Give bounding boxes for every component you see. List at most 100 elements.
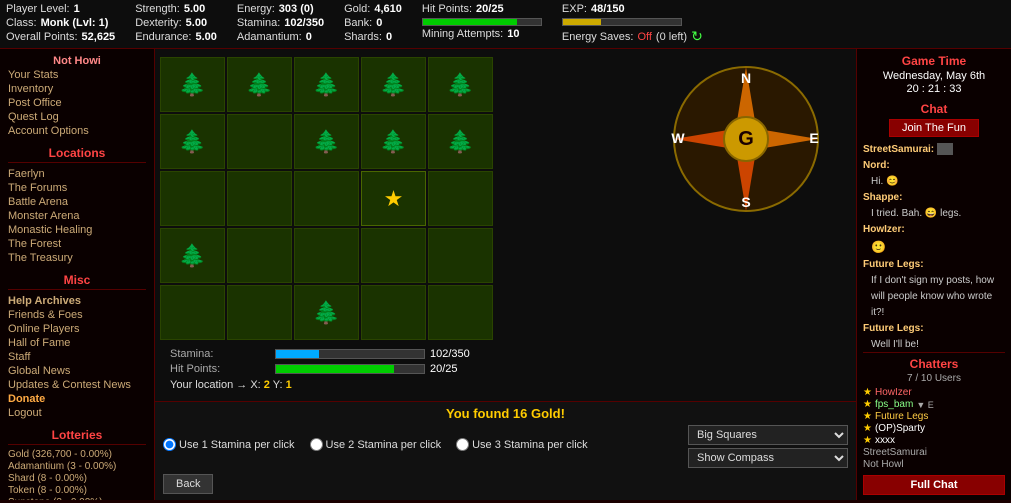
- chatter-futurelegs: ★ Future Legs: [863, 411, 1005, 422]
- hp-bar-wrap: [422, 18, 542, 26]
- sidebar-item-inventory[interactable]: Inventory: [8, 82, 146, 96]
- sidebar-item-the-forest[interactable]: The Forest: [8, 237, 146, 251]
- player-name-link[interactable]: Not Howi: [8, 54, 146, 68]
- map-cell-3-0[interactable]: 🌲: [160, 228, 225, 283]
- svg-text:G: G: [738, 128, 754, 150]
- dexterity-label: Dexterity:: [135, 17, 181, 29]
- sidebar-item-your-stats[interactable]: Your Stats: [8, 68, 146, 82]
- game-time-day: Wednesday, May 6th: [863, 70, 1005, 82]
- refresh-icon[interactable]: ↻: [691, 28, 703, 45]
- map-cell-1-3[interactable]: 🌲: [361, 114, 426, 169]
- stamina-2-radio[interactable]: [310, 438, 323, 451]
- map-cell-1-1[interactable]: [227, 114, 292, 169]
- map-cell-1-2[interactable]: 🌲: [294, 114, 359, 169]
- map-cell-1-4[interactable]: 🌲: [428, 114, 493, 169]
- sidebar-item-updates[interactable]: Updates & Contest News: [8, 378, 146, 392]
- tree-icon: 🌲: [179, 129, 206, 155]
- map-cell-4-4[interactable]: [428, 285, 493, 340]
- map-cell-0-1[interactable]: 🌲: [227, 57, 292, 112]
- map-cell-3-3[interactable]: [361, 228, 426, 283]
- sidebar-item-monastic-healing[interactable]: Monastic Healing: [8, 223, 146, 237]
- sidebar-item-account-options[interactable]: Account Options: [8, 124, 146, 138]
- chatter-streetsam: StreetSamurai: [863, 447, 1005, 458]
- sidebar-item-post-office[interactable]: Post Office: [8, 96, 146, 110]
- chatter-name-opsparty[interactable]: (OP)Sparty: [875, 423, 925, 434]
- map-cell-3-1[interactable]: [227, 228, 292, 283]
- exp-bar-wrap: [562, 18, 682, 26]
- stamina-3-radio[interactable]: [456, 438, 469, 451]
- lottery-shard[interactable]: Shard (8 - 0.00%): [8, 473, 146, 484]
- sidebar-item-friends-foes[interactable]: Friends & Foes: [8, 308, 146, 322]
- tree-icon: 🌲: [313, 129, 340, 155]
- sidebar-item-the-treasury[interactable]: The Treasury: [8, 251, 146, 265]
- exp-group: EXP: 48/150 Energy Saves: Off (0 left) ↻: [562, 3, 703, 45]
- stamina-3-label[interactable]: Use 3 Stamina per click: [456, 438, 588, 451]
- chatter-name-fpsbam[interactable]: fps_bam: [875, 399, 913, 410]
- sidebar-item-monster-arena[interactable]: Monster Arena: [8, 209, 146, 223]
- chatter-name-howizer[interactable]: HowIzer: [875, 387, 912, 398]
- energy-saves-group: Energy Saves: Off (0 left) ↻: [562, 28, 703, 45]
- hp-label: Hit Points:: [422, 3, 472, 15]
- map-cell-0-2[interactable]: 🌲: [294, 57, 359, 112]
- chatter-nothowl: Not Howl: [863, 459, 1005, 470]
- map-cell-4-2[interactable]: 🌲: [294, 285, 359, 340]
- map-cell-4-0[interactable]: [160, 285, 225, 340]
- exp-bar-container: [562, 18, 703, 26]
- game-time-title: Game Time: [863, 54, 1005, 68]
- full-chat-button[interactable]: Full Chat: [863, 475, 1005, 495]
- map-cell-0-4[interactable]: 🌲: [428, 57, 493, 112]
- chatters-title: Chatters: [863, 352, 1005, 371]
- sidebar-item-quest-log[interactable]: Quest Log: [8, 110, 146, 124]
- lottery-token[interactable]: Token (8 - 0.00%): [8, 485, 146, 496]
- sidebar-item-online-players[interactable]: Online Players: [8, 322, 146, 336]
- lottery-sunstone[interactable]: Sunstone (3 - 0.00%): [8, 497, 146, 500]
- map-cell-2-1[interactable]: [227, 171, 292, 226]
- map-cell-4-1[interactable]: [227, 285, 292, 340]
- map-cell-2-4[interactable]: [428, 171, 493, 226]
- svg-text:W: W: [671, 130, 685, 146]
- sidebar-item-help-archives[interactable]: Help Archives: [8, 294, 146, 308]
- chatter-name-nothowl[interactable]: Not Howl: [863, 459, 904, 470]
- chat-line-futurelegs1-text: If I don't sign my posts, how: [863, 274, 1005, 288]
- view-style-dropdown[interactable]: Big Squares Small Squares Dots: [688, 425, 848, 445]
- sidebar-item-faerlyn[interactable]: Faerlyn: [8, 167, 146, 181]
- stamina-1-radio[interactable]: [163, 438, 176, 451]
- star-icon: ★: [384, 186, 404, 212]
- bank-label: Bank:: [344, 17, 372, 29]
- map-cell-3-2[interactable]: [294, 228, 359, 283]
- map-cell-2-2[interactable]: [294, 171, 359, 226]
- stamina-2-label[interactable]: Use 2 Stamina per click: [310, 438, 442, 451]
- sidebar-item-donate[interactable]: Donate: [8, 392, 146, 406]
- stamina-1-label[interactable]: Use 1 Stamina per click: [163, 438, 295, 451]
- back-row: Back: [163, 468, 848, 496]
- map-cell-1-0[interactable]: 🌲: [160, 114, 225, 169]
- locations-title: Locations: [8, 146, 146, 163]
- lottery-gold[interactable]: Gold (326,700 - 0.00%): [8, 449, 146, 460]
- map-cell-0-0[interactable]: 🌲: [160, 57, 225, 112]
- chatter-name-futurelegs[interactable]: Future Legs: [875, 411, 928, 422]
- adamantium-label: Adamantium:: [237, 31, 302, 43]
- lottery-adamantium[interactable]: Adamantium (3 - 0.00%): [8, 461, 146, 472]
- chat-text-futurelegs1-3: it?!: [871, 307, 884, 318]
- map-cell-3-4[interactable]: [428, 228, 493, 283]
- sidebar-item-staff[interactable]: Staff: [8, 350, 146, 364]
- map-cell-2-0[interactable]: [160, 171, 225, 226]
- compass-toggle-dropdown[interactable]: Show Compass Hide Compass: [688, 448, 848, 468]
- currency-stats-group: Gold: 4,610 Bank: 0 Shards: 0: [344, 3, 402, 43]
- chatter-name-xxxx[interactable]: xxxx: [875, 435, 895, 446]
- join-fun-button[interactable]: Join The Fun: [889, 119, 979, 137]
- map-cell-2-3[interactable]: ★: [361, 171, 426, 226]
- chatter-name-streetsam[interactable]: StreetSamurai: [863, 447, 927, 458]
- map-cell-4-3[interactable]: [361, 285, 426, 340]
- sidebar-item-logout[interactable]: Logout: [8, 406, 146, 420]
- exp-bar-fill: [563, 19, 601, 25]
- sidebar-item-battle-arena[interactable]: Battle Arena: [8, 195, 146, 209]
- chatter-howizer: ★ HowIzer: [863, 387, 1005, 398]
- chat-text-futurelegs1: If I don't sign my posts, how: [871, 275, 994, 286]
- sidebar-item-the-forums[interactable]: The Forums: [8, 181, 146, 195]
- sidebar-item-hall-of-fame[interactable]: Hall of Fame: [8, 336, 146, 350]
- back-button[interactable]: Back: [163, 474, 213, 494]
- sidebar-item-global-news[interactable]: Global News: [8, 364, 146, 378]
- chatters-count: 7 / 10 Users: [863, 373, 1005, 384]
- map-cell-0-3[interactable]: 🌲: [361, 57, 426, 112]
